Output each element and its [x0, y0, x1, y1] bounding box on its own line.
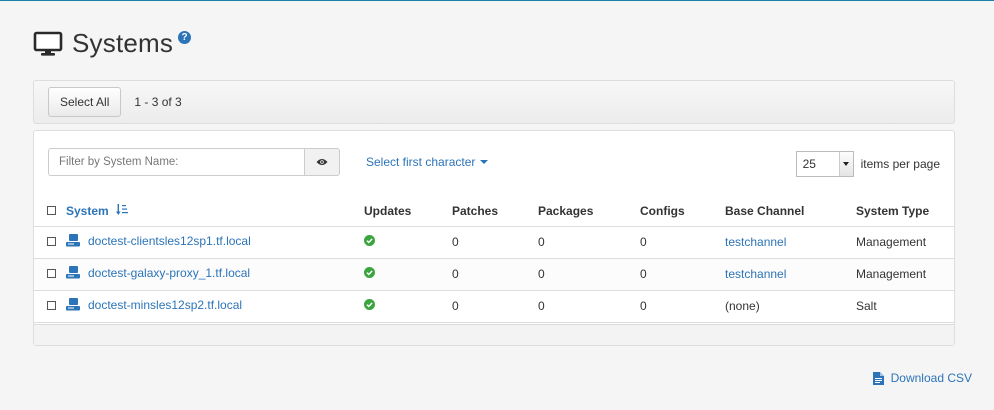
system-cell: doctest-galaxy-proxy_1.tf.local [66, 258, 364, 291]
system-name: doctest-galaxy-proxy_1.tf.local [88, 265, 251, 280]
patches-cell: 0 [452, 226, 538, 259]
download-csv-label: Download CSV [890, 371, 972, 385]
configs-cell: 0 [640, 226, 725, 259]
column-header-system-type[interactable]: System Type [856, 196, 954, 227]
table-row: doctest-galaxy-proxy_1.tf.local 0 0 0 te… [34, 258, 954, 291]
column-header-updates[interactable]: Updates [364, 196, 452, 227]
column-header-packages[interactable]: Packages [538, 196, 640, 227]
items-per-page-control: 25 items per page [795, 151, 940, 177]
system-name: doctest-minsles12sp2.tf.local [88, 297, 243, 312]
caret-down-icon [480, 160, 489, 164]
system-cell: doctest-clientsles12sp1.tf.local [66, 226, 364, 259]
page-header: Systems ? [33, 28, 192, 59]
select-first-character-label: Select first character [366, 155, 476, 169]
row-checkbox[interactable] [46, 301, 56, 310]
items-per-page-select[interactable]: 25 [795, 151, 854, 177]
dropdown-arrow-icon [838, 152, 853, 176]
desktop-icon [66, 234, 80, 247]
updates-cell [364, 226, 452, 259]
system-type-cell: Management [856, 258, 954, 291]
system-cell: doctest-minsles12sp2.tf.local [66, 290, 364, 323]
base-channel-link[interactable]: testchannel [725, 267, 786, 281]
packages-cell: 0 [538, 258, 640, 291]
sort-alpha-icon[interactable] [116, 203, 129, 215]
check-circle-icon [364, 267, 375, 278]
updates-cell [364, 258, 452, 291]
row-checkbox[interactable] [46, 269, 56, 278]
question-circle-icon[interactable]: ? [178, 31, 192, 44]
packages-cell: 0 [538, 290, 640, 323]
column-header-system[interactable]: System [66, 196, 364, 227]
system-type-cell: Management [856, 226, 954, 259]
column-header-patches[interactable]: Patches [452, 196, 538, 227]
filter-group [48, 148, 340, 176]
configs-cell: 0 [640, 258, 725, 291]
row-checkbox[interactable] [46, 237, 56, 246]
check-circle-icon [364, 235, 375, 246]
system-name: doctest-clientsles12sp1.tf.local [88, 233, 251, 248]
items-per-page-value: 25 [802, 157, 816, 171]
systems-table: System Updates Patches Packages Configs … [34, 196, 954, 323]
download-csv-link[interactable]: Download CSV [872, 371, 972, 385]
result-count: 1 - 3 of 3 [134, 95, 182, 109]
row-checkbox-cell [34, 226, 66, 259]
top-accent-rule [0, 0, 994, 1]
file-csv-icon [872, 371, 884, 385]
check-circle-icon [364, 299, 375, 310]
column-header-base-channel[interactable]: Base Channel [725, 196, 856, 227]
base-channel-cell: testchannel [725, 258, 856, 291]
packages-cell: 0 [538, 226, 640, 259]
base-channel-link[interactable]: testchannel [725, 235, 786, 249]
system-link[interactable]: doctest-galaxy-proxy_1.tf.local [66, 266, 250, 280]
systems-panel: Select first character 25 items per page… [33, 130, 955, 346]
base-channel-cell: (none) [725, 290, 856, 323]
select-all-checkbox-cell [34, 196, 66, 227]
system-name-filter-input[interactable] [48, 148, 304, 176]
eye-icon [316, 159, 328, 165]
system-link[interactable]: doctest-clientsles12sp1.tf.local [66, 234, 251, 248]
column-header-configs[interactable]: Configs [640, 196, 725, 227]
table-row: doctest-clientsles12sp1.tf.local 0 0 0 t… [34, 226, 954, 259]
monitor-icon [33, 31, 63, 56]
patches-cell: 0 [452, 258, 538, 291]
selection-toolbar: Select All 1 - 3 of 3 [33, 80, 955, 124]
row-checkbox-cell [34, 258, 66, 291]
table-header-row: System Updates Patches Packages Configs … [34, 196, 954, 227]
select-all-button[interactable]: Select All [48, 87, 122, 117]
updates-cell [364, 290, 452, 323]
table-row: doctest-minsles12sp2.tf.local 0 0 0 (non… [34, 290, 954, 323]
column-label-system[interactable]: System [66, 204, 109, 218]
select-first-character-dropdown[interactable]: Select first character [366, 155, 489, 169]
desktop-icon [66, 298, 80, 311]
panel-footer [34, 324, 954, 345]
system-link[interactable]: doctest-minsles12sp2.tf.local [66, 298, 242, 312]
header-checkbox[interactable] [46, 205, 56, 215]
desktop-icon [66, 266, 80, 279]
configs-cell: 0 [640, 290, 725, 323]
items-per-page-label: items per page [860, 157, 940, 171]
patches-cell: 0 [452, 290, 538, 323]
page-title: Systems [72, 28, 174, 58]
filter-toggle-button[interactable] [304, 148, 340, 176]
row-checkbox-cell [34, 290, 66, 323]
system-type-cell: Salt [856, 290, 954, 323]
base-channel-cell: testchannel [725, 226, 856, 259]
base-channel-value: (none) [725, 299, 760, 313]
